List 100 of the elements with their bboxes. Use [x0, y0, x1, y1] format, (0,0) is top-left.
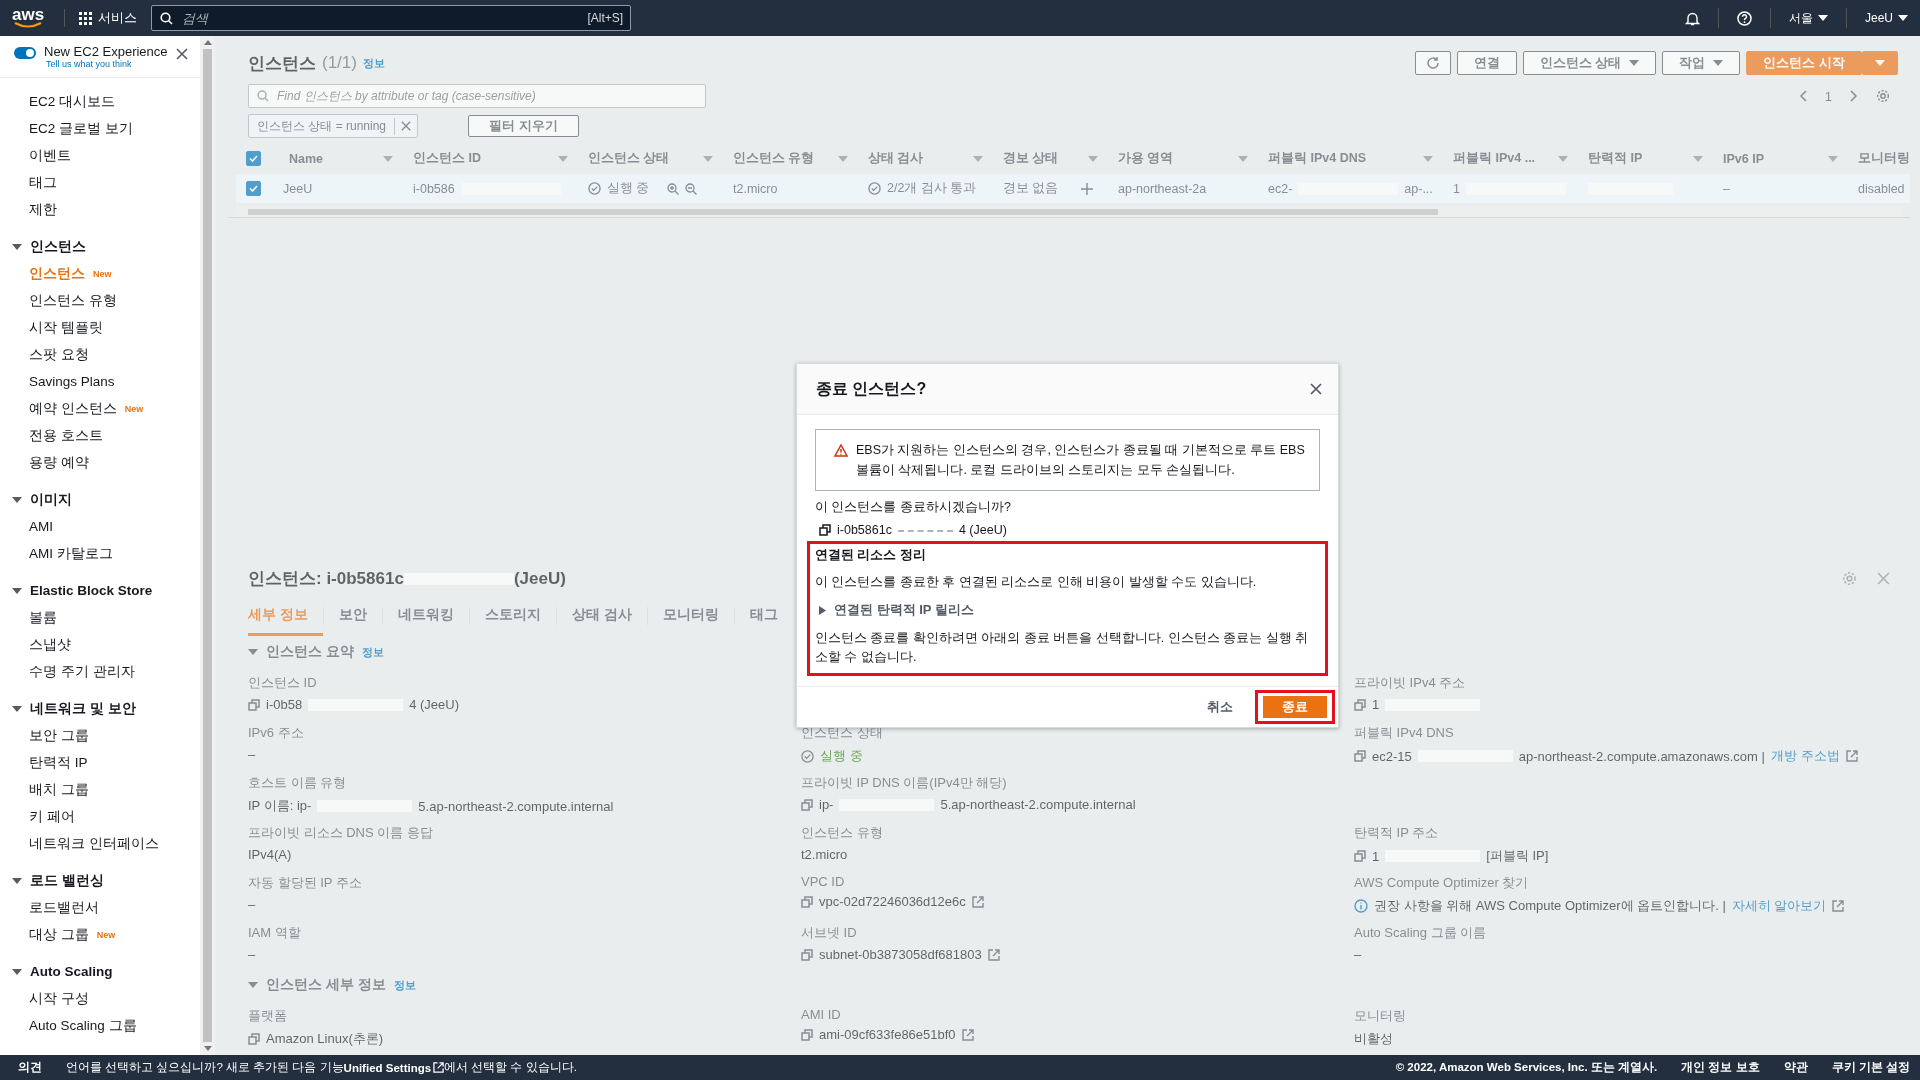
caret-down-icon[interactable] — [1898, 15, 1908, 21]
chevron-right-icon[interactable] — [1850, 90, 1858, 102]
refresh-icon — [1425, 56, 1440, 70]
search-field[interactable]: Find 인스턴스 by attribute or tag (case-sensitive) — [248, 84, 706, 108]
zoom-out-icon[interactable] — [685, 182, 698, 195]
scroll-down-icon[interactable] — [203, 1046, 212, 1051]
sidebar-section-header[interactable]: 네트워크 및 보안 — [0, 695, 200, 722]
panel-title: (JeeU) — [513, 568, 566, 589]
external-link-icon[interactable] — [971, 895, 984, 908]
sidebar-section-header[interactable]: 로드 밸런싱 — [0, 867, 200, 894]
sidebar-item[interactable]: EC2 대시보드 — [0, 88, 200, 115]
footer-link[interactable]: 약관 — [1783, 1060, 1808, 1075]
sidebar-section-header[interactable]: Elastic Block Store — [0, 577, 200, 604]
sidebar-section-header[interactable]: 인스턴스 — [0, 233, 200, 260]
cancel-button[interactable]: 취소 — [1201, 697, 1239, 717]
sidebar-item[interactable]: 예약 인스턴스 New — [0, 395, 200, 422]
sidebar-item[interactable]: 태그 — [0, 169, 200, 196]
zoom-in-icon[interactable] — [667, 182, 680, 195]
field-label: 프라이빗 리소스 DNS 이름 응답 — [248, 824, 434, 842]
close-icon[interactable] — [176, 48, 188, 60]
expander[interactable]: 연결된 탄력적 IP 릴리스 — [815, 601, 1320, 619]
checkbox[interactable] — [246, 151, 261, 166]
sidebar-section-header[interactable]: Auto Scaling — [0, 958, 200, 985]
value-text: – — [1354, 947, 1362, 962]
settings-icon[interactable] — [1842, 571, 1857, 586]
shortcut-hint: [Alt+S] — [587, 11, 624, 25]
sidebar-item[interactable]: 스냅샷 — [0, 631, 200, 658]
aws-logo[interactable]: aws — [12, 8, 45, 28]
sidebar-item[interactable]: Savings Plans — [0, 368, 200, 395]
refresh-button[interactable] — [1414, 51, 1451, 75]
table-cell: t2.micro — [733, 181, 778, 196]
caret-down-icon[interactable] — [12, 496, 22, 503]
sidebar-section-header[interactable]: 이미지 — [0, 486, 200, 513]
region-menu[interactable]: 서울 — [1789, 9, 1828, 27]
check-circle-icon — [801, 749, 814, 763]
caret-down-icon[interactable] — [12, 705, 22, 712]
sidebar-item[interactable]: 탄력적 IP — [0, 749, 200, 776]
scrollbar[interactable] — [200, 36, 215, 1055]
sidebar-item[interactable]: 시작 구성 — [0, 985, 200, 1012]
field-label: IAM 역할 — [248, 924, 302, 942]
close-button[interactable] — [1310, 383, 1322, 395]
caret-down-icon[interactable] — [1818, 15, 1828, 21]
footer-link[interactable]: 쿠키 기본 설정 — [1831, 1060, 1910, 1075]
sidebar-item[interactable]: Auto Scaling 그룹 — [0, 1012, 200, 1039]
sidebar-item[interactable]: 수명 주기 관리자 — [0, 658, 200, 685]
plus-icon[interactable] — [1080, 181, 1095, 196]
feedback-link[interactable]: Tell us what you think — [46, 59, 168, 69]
services-menu[interactable]: 서비스 — [64, 9, 138, 27]
sidebar-item[interactable]: 로드밸런서 — [0, 894, 200, 921]
sidebar-item[interactable]: 용량 예약 — [0, 449, 200, 476]
settings-icon[interactable] — [1876, 89, 1890, 103]
field-label: 인스턴스 ID — [248, 674, 318, 692]
value-text: – — [248, 897, 256, 912]
sidebar-item[interactable]: 시작 템플릿 — [0, 314, 200, 341]
sidebar-item[interactable]: AMI 카탈로그 — [0, 540, 200, 567]
footer-link[interactable]: 개인 정보 보호 — [1681, 1060, 1760, 1075]
toggle-switch[interactable] — [14, 47, 36, 59]
dropdown-button[interactable] — [1862, 51, 1898, 75]
field-label: 플랫폼 — [248, 1007, 288, 1025]
sidebar-item[interactable]: 볼륨 — [0, 604, 200, 631]
sidebar-item[interactable]: 이벤트 — [0, 142, 200, 169]
help-icon[interactable] — [1737, 10, 1752, 26]
account-menu[interactable]: JeeU — [1865, 11, 1908, 25]
sidebar-item[interactable]: 보안 그룹 — [0, 722, 200, 749]
terminate-note: 인스턴스 종료를 확인하려면 아래의 종료 버튼을 선택합니다. 인스턴스 종료는 실행 취소할 수 없습니다. — [815, 630, 1310, 666]
external-link-icon[interactable] — [961, 1028, 974, 1041]
sidebar-item[interactable]: 인스턴스 유형 — [0, 287, 200, 314]
external-link-icon[interactable] — [1845, 750, 1858, 762]
caret-down-icon[interactable] — [12, 243, 22, 250]
sidebar-item[interactable]: 키 페어 — [0, 803, 200, 830]
caret-down-icon[interactable] — [12, 968, 22, 975]
sidebar-item[interactable]: 배치 그룹 — [0, 776, 200, 803]
confirm-question: 이 인스턴스를 종료하시겠습니까? — [815, 499, 1012, 516]
value-text: [퍼블릭 IP] — [1486, 847, 1549, 865]
checkbox[interactable] — [246, 181, 261, 196]
value-text: – — [248, 747, 256, 762]
external-link-icon[interactable] — [987, 948, 1000, 961]
sidebar-item[interactable]: 네트워크 인터페이스 — [0, 830, 200, 857]
field-label: 자동 할당된 IP 주소 — [248, 874, 363, 892]
caret-down-icon[interactable] — [12, 877, 22, 884]
sidebar-item[interactable]: 전용 호스트 — [0, 422, 200, 449]
chevron-left-icon[interactable] — [1798, 90, 1807, 102]
instance-id: 4 (JeeU) — [958, 523, 1007, 537]
caret-down-icon[interactable] — [12, 587, 22, 594]
sidebar-item[interactable]: 스팟 요청 — [0, 341, 200, 368]
sidebar-item[interactable]: AMI — [0, 513, 200, 540]
table-cell: ap-northeast-2a — [1118, 181, 1207, 196]
feedback-link[interactable]: 의견 — [18, 1060, 42, 1075]
sidebar-item[interactable]: 대상 그룹 New — [0, 921, 200, 948]
scroll-up-icon[interactable] — [203, 40, 212, 45]
external-link-icon[interactable] — [1832, 900, 1845, 912]
settings-link[interactable]: Unified Settings — [343, 1061, 445, 1074]
value-text: subnet-0b3873058df681803 — [819, 947, 982, 962]
bell-icon[interactable] — [1685, 10, 1700, 26]
new-label: New — [93, 268, 112, 279]
check-circle-icon — [588, 182, 601, 195]
sidebar-item[interactable]: 제한 — [0, 196, 200, 223]
field-label: 프라이빗 IPv4 주소 — [1354, 674, 1467, 692]
close-icon — [1310, 383, 1322, 395]
sidebar-item[interactable]: EC2 글로벌 보기 — [0, 115, 200, 142]
